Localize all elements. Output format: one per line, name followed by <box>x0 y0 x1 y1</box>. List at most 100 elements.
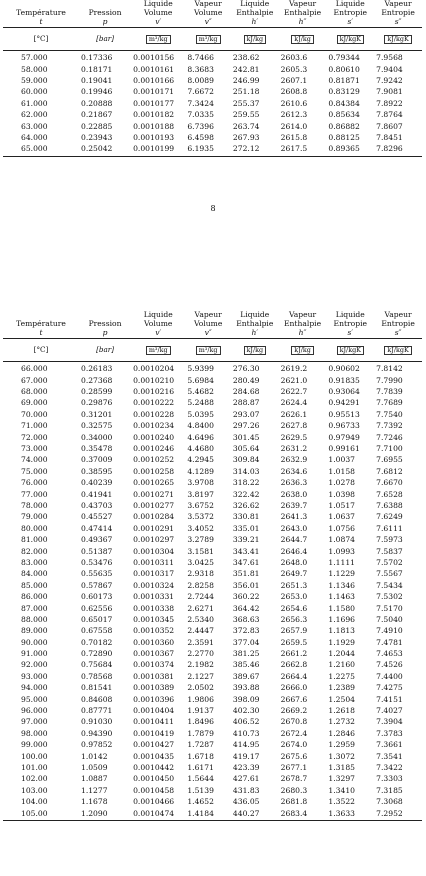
table-cell: 1.5644 <box>187 774 214 784</box>
table-cell: 93.000 <box>21 671 48 681</box>
table-row: 78.000 0.43703 0.0010277 3.6752 326.62 2639.7… <box>3 501 422 512</box>
table-cell: 0.31201 <box>80 409 113 419</box>
table-cell: 0.67558 <box>80 626 113 636</box>
table-cell: 78.000 <box>21 500 48 510</box>
table-cell: 0.27368 <box>80 375 113 385</box>
table-row: 102.00 1.0887 0.0010450 1.5644 427.61 2678.7 1… <box>3 774 422 785</box>
column-header-top: Vapeur <box>384 311 412 320</box>
table-cell: 0.78568 <box>80 671 113 681</box>
table-cell: 7.3185 <box>376 785 403 795</box>
table-cell: 360.22 <box>232 592 260 602</box>
table-cell: 0.0010284 <box>133 512 175 522</box>
table-cell: 1.2959 <box>328 740 355 750</box>
table-cell: 0.0010411 <box>133 717 175 727</box>
table-cell: 7.3783 <box>376 728 403 738</box>
column-symbol: v′ <box>155 18 162 27</box>
table-cell: 402.30 <box>232 706 260 716</box>
table-row: 79.000 0.45527 0.0010284 3.5372 330.81 2641.3… <box>3 512 422 523</box>
table-cell: 322.42 <box>232 489 260 499</box>
column-header: Pression <box>88 9 122 18</box>
table-row: 70.000 0.31201 0.0010228 5.0395 293.07 2626.1… <box>3 410 422 421</box>
table-cell: 0.0010458 <box>133 785 175 795</box>
table-cell: 1.0142 <box>80 751 108 761</box>
table-cell: 63.000 <box>21 121 48 131</box>
column-header: Enthalpie <box>283 9 322 18</box>
table-cell: 2670.8 <box>280 717 308 727</box>
header-top-row: Liquide Vapeur Liquide Vapeur Liquide Va… <box>3 311 422 320</box>
table-cell: 0.0010204 <box>133 364 175 374</box>
table-cell: 2619.2 <box>280 364 308 374</box>
column-unit: m³/kg <box>185 339 231 362</box>
table-cell: 246.99 <box>232 76 260 86</box>
table-cell: 1.9806 <box>187 694 214 704</box>
table-cell: 2675.6 <box>280 751 308 761</box>
table-cell: 7.3904 <box>376 717 403 727</box>
table-row: 83.000 0.53476 0.0010311 3.0425 347.61 2648.0… <box>3 558 422 569</box>
table-cell: 368.63 <box>232 614 260 624</box>
table-cell: 1.0509 <box>80 762 108 772</box>
table-cell: 2605.3 <box>280 64 308 74</box>
table-cell: 7.9242 <box>376 76 403 86</box>
table-cell: 0.40239 <box>80 478 113 488</box>
table-cell: 414.95 <box>232 740 260 750</box>
table-cell: 0.0010450 <box>133 774 175 784</box>
column-header: Enthalpie <box>283 320 322 329</box>
table-row: 104.00 1.1678 0.0010466 1.4652 436.05 2681.8 1… <box>3 797 422 808</box>
column-unit: [°C] <box>33 344 49 354</box>
column-header: Volume <box>193 9 223 18</box>
table-cell: 94.000 <box>21 683 48 693</box>
table-cell: 2678.7 <box>280 774 308 784</box>
table-cell: 0.0010311 <box>133 557 175 567</box>
table-row: 75.000 0.38595 0.0010258 4.1289 314.03 2634.6… <box>3 467 422 478</box>
column-header-top: Liquide <box>240 0 270 9</box>
table-cell: 60.000 <box>21 87 48 97</box>
table-cell: 276.30 <box>232 364 260 374</box>
table-cell: 280.49 <box>232 375 260 385</box>
table-cell: 79.000 <box>21 512 48 522</box>
table-cell: 2641.3 <box>280 512 308 522</box>
table-cell: 410.73 <box>232 728 260 738</box>
table-cell: 0.0010427 <box>133 740 175 750</box>
table-cell: 1.1678 <box>80 797 108 807</box>
table-cell: 1.3633 <box>328 808 355 818</box>
table-cell: 74.000 <box>21 455 48 465</box>
table-cell: 89.000 <box>21 626 48 636</box>
column-symbol: s′ <box>347 329 354 338</box>
table-cell: 0.0010374 <box>133 660 175 670</box>
table-cell: 2.9318 <box>187 569 214 579</box>
table-cell: 0.60173 <box>80 592 113 602</box>
column-unit: kJ/kgK <box>326 339 374 362</box>
table-cell: 7.5434 <box>376 580 403 590</box>
table-cell: 1.4652 <box>187 797 214 807</box>
table-cell: 0.91030 <box>80 717 113 727</box>
table-cell: 7.3068 <box>376 797 403 807</box>
table-cell: 3.0425 <box>187 557 214 567</box>
table-cell: 95.000 <box>21 694 48 704</box>
table-cell: 0.91835 <box>328 375 360 385</box>
table-cell: 7.9081 <box>376 87 403 97</box>
table-cell: 8.7466 <box>187 53 214 63</box>
table-cell: 0.18171 <box>80 64 113 74</box>
unit-row: [°C] [bar] m³/kg m³/kg kJ/kg kJ/kg kJ/kg… <box>3 339 422 362</box>
table-cell: 2.8258 <box>187 580 214 590</box>
table-cell: 0.0010188 <box>133 121 175 131</box>
table-cell: 0.37009 <box>80 455 113 465</box>
column-symbol: h′ <box>251 329 259 338</box>
column-header-top: Vapeur <box>194 311 222 320</box>
table-cell: 2644.7 <box>280 535 308 545</box>
table-row: 77.000 0.41941 0.0010271 3.8197 322.42 2638.0… <box>3 489 422 500</box>
column-unit: kJ/kgK <box>374 339 422 362</box>
table-cell: 2631.2 <box>280 444 308 454</box>
table-row: 87.000 0.62556 0.0010338 2.6271 364.42 2654.6… <box>3 603 422 614</box>
table-cell: 75.000 <box>21 466 48 476</box>
table-cell: 4.1289 <box>187 466 214 476</box>
table-cell: 0.43703 <box>80 500 113 510</box>
table-row: 95.000 0.84608 0.0010396 1.9806 398.09 2667.6… <box>3 694 422 705</box>
table-cell: 381.25 <box>232 649 260 659</box>
table-cell: 3.6752 <box>187 500 214 510</box>
table-cell: 0.0010442 <box>133 762 175 772</box>
column-symbol: p <box>102 329 108 338</box>
table-row: 76.000 0.40239 0.0010265 3.9708 318.22 2636.3… <box>3 478 422 489</box>
table-cell: 293.07 <box>232 409 260 419</box>
column-unit: kJ/kg <box>279 339 327 362</box>
